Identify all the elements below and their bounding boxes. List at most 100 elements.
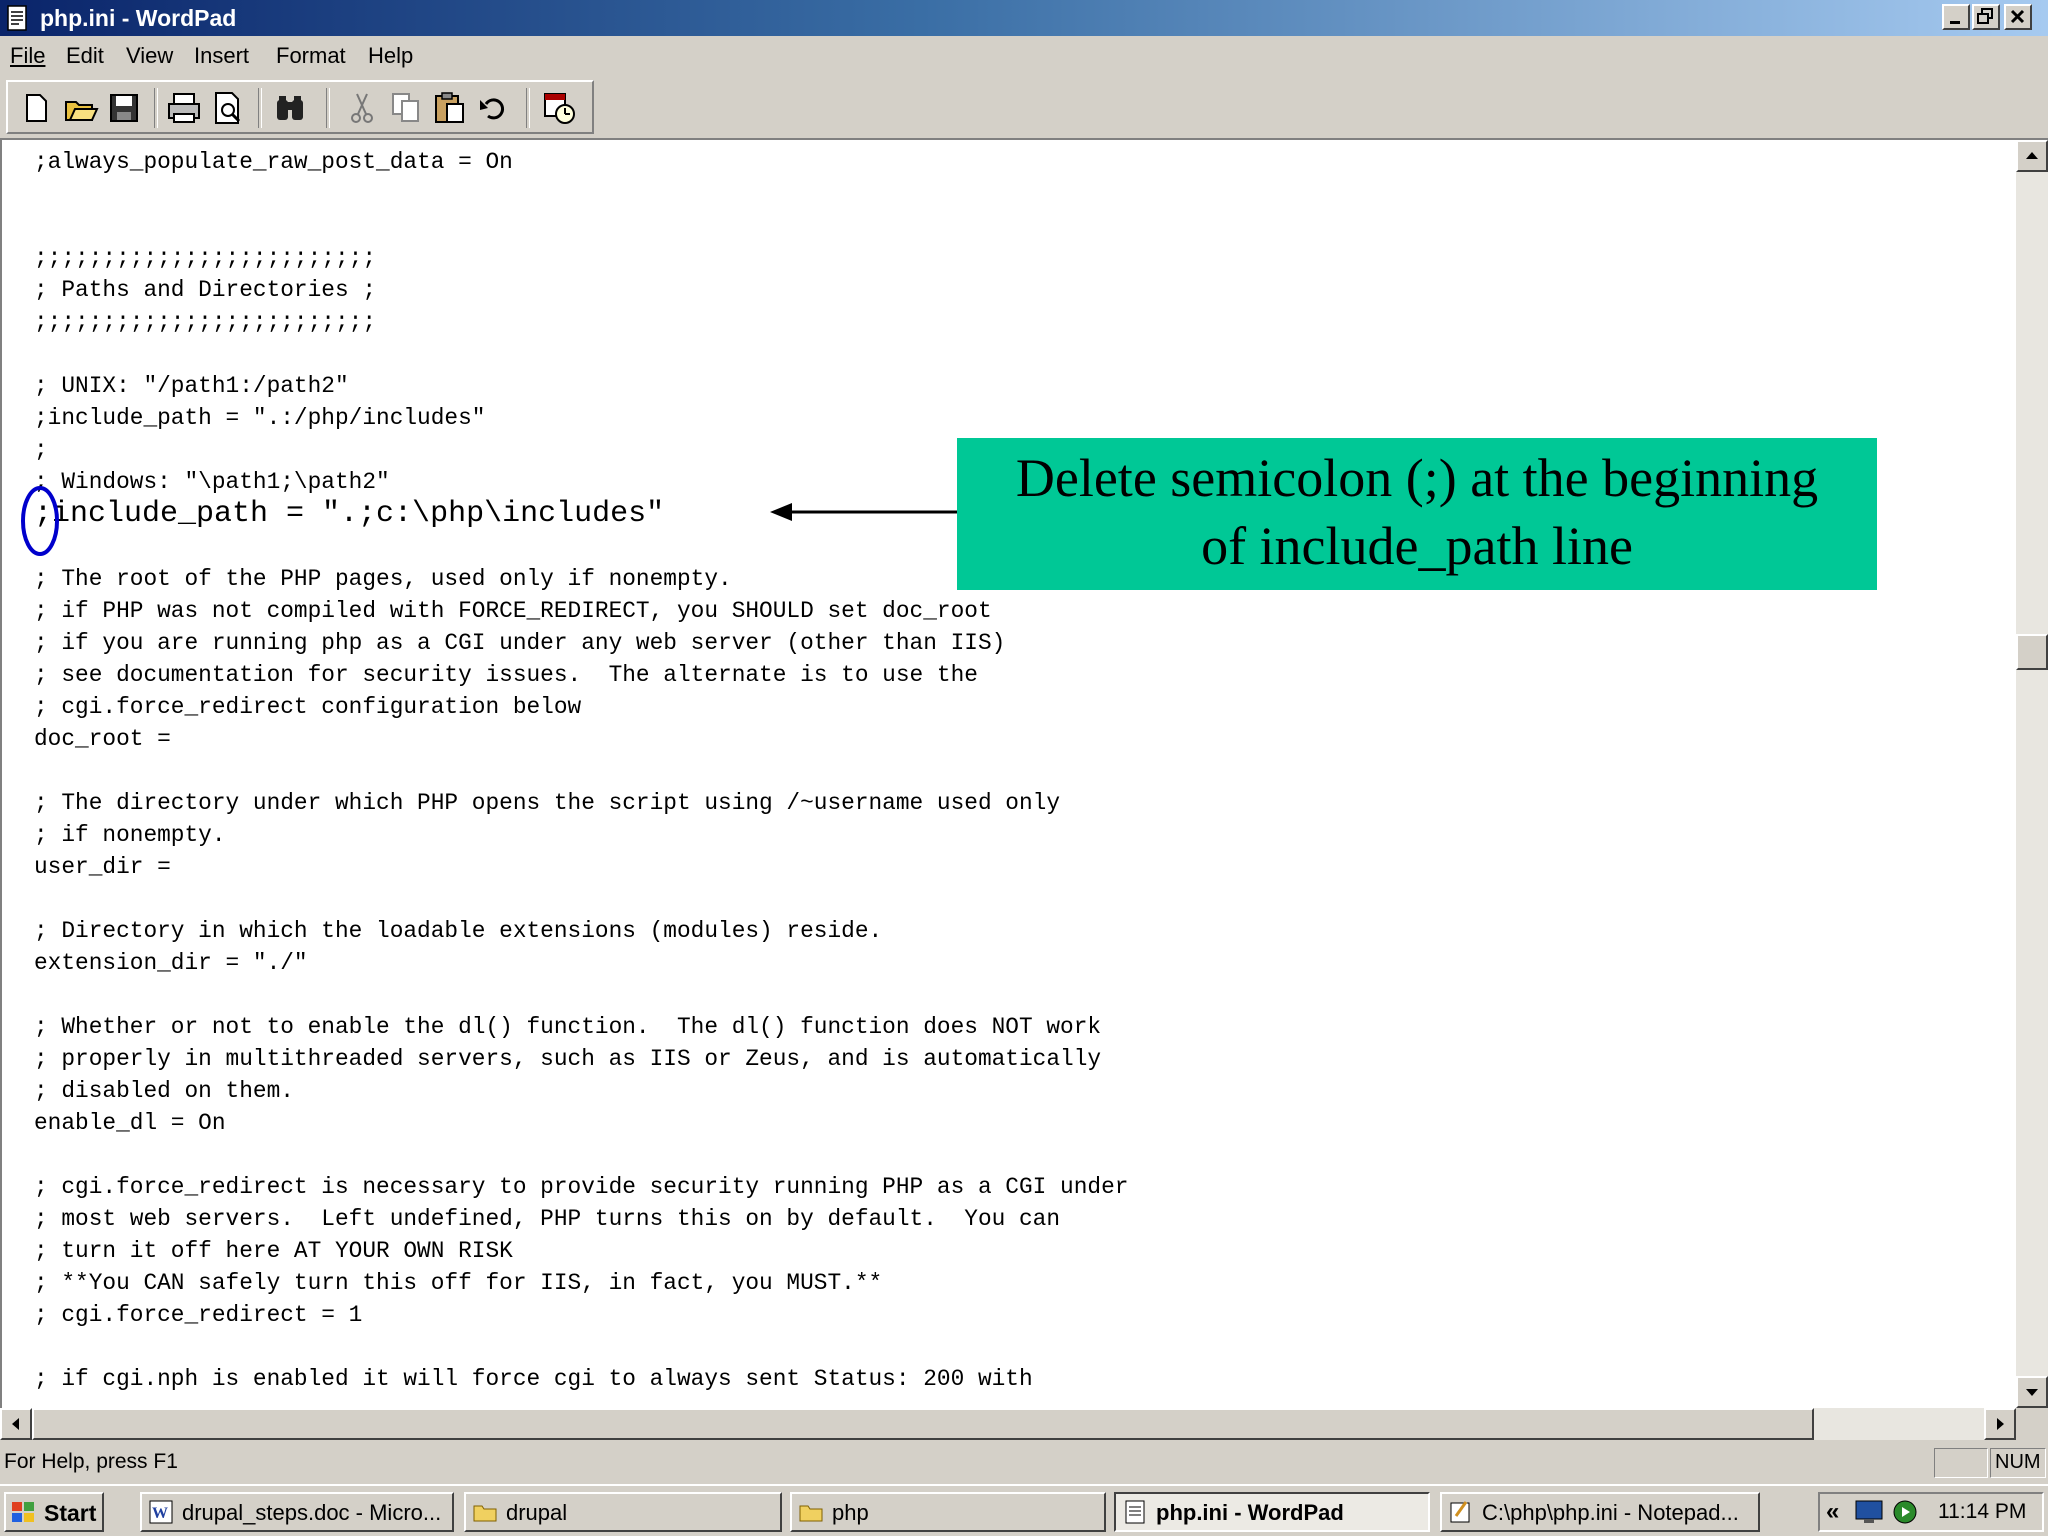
code-line: ;;;;;;;;;;;;;;;;;;;;;;;;; (34, 245, 377, 271)
svg-text:W: W (152, 1505, 168, 1522)
save-button[interactable] (104, 88, 144, 128)
print-preview-button[interactable] (208, 88, 248, 128)
cut-icon (351, 93, 373, 123)
print-button[interactable] (164, 88, 204, 128)
arrow-up-icon (2026, 152, 2038, 159)
scroll-left-button[interactable] (0, 1408, 32, 1440)
folder-icon (799, 1505, 823, 1522)
save-icon (110, 94, 138, 122)
minimize-icon (1950, 21, 1960, 24)
menu-insert[interactable]: Insert (194, 42, 249, 70)
window-title: php.ini - WordPad (40, 5, 237, 31)
print-icon (168, 93, 200, 123)
callout-line-1: Delete semicolon (;) at the beginning (1015, 448, 1819, 508)
menu-file[interactable]: File (10, 42, 45, 70)
find-icon (277, 96, 303, 120)
code-line: ; UNIX: "/path1:/path2" (34, 373, 349, 399)
code-line: ; Windows: "\path1;\path2" (34, 469, 390, 495)
toolbar-separator (258, 88, 262, 128)
close-icon (2010, 9, 2025, 24)
code-line: ; turn it off here AT YOUR OWN RISK (34, 1238, 513, 1264)
task-button-wordpad[interactable]: php.ini - WordPad (1114, 1492, 1430, 1532)
close-button[interactable] (2004, 4, 2032, 30)
status-panel-empty (1934, 1448, 1988, 1478)
vertical-scroll-thumb[interactable] (2016, 634, 2048, 670)
open-icon (65, 101, 99, 121)
instruction-callout: Delete semicolon (;) at the beginning of… (957, 438, 1877, 590)
restore-icon (1977, 8, 1993, 24)
copy-button[interactable] (386, 88, 426, 128)
display-settings-icon[interactable] (1854, 1498, 1884, 1526)
minimize-button[interactable] (1942, 4, 1970, 30)
vertical-scrollbar[interactable] (2016, 140, 2048, 1408)
code-line: ; see documentation for security issues.… (34, 662, 978, 688)
code-line: ; Whether or not to enable the dl() func… (34, 1014, 1102, 1040)
restore-button[interactable] (1972, 4, 2000, 30)
windows-flag-icon (12, 1502, 34, 1522)
status-bar: For Help, press F1 NUM (0, 1442, 2048, 1482)
undo-icon (480, 98, 504, 120)
start-label: Start (44, 1500, 97, 1526)
code-line: ; if nonempty. (34, 822, 226, 848)
system-tray: « 11:14 PM (1818, 1492, 2044, 1532)
code-line: ; The root of the PHP pages, used only i… (34, 566, 732, 592)
word-document-icon: W (149, 1500, 173, 1524)
code-line: ; **You CAN safely turn this off for IIS… (34, 1270, 883, 1296)
document-area[interactable]: ;always_populate_raw_post_data = On ;;;;… (0, 140, 2016, 1408)
horizontal-scrollbar[interactable] (0, 1408, 2016, 1440)
media-player-icon[interactable] (1890, 1498, 1920, 1526)
title-bar[interactable]: php.ini - WordPad (0, 0, 2048, 36)
menu-edit[interactable]: Edit (66, 42, 104, 70)
document-text[interactable]: ;always_populate_raw_post_data = On ;;;;… (34, 146, 1128, 1395)
taskbar: Start W drupal_steps.doc - Micro... drup… (0, 1484, 2048, 1536)
task-label: drupal_steps.doc - Micro... (182, 1500, 442, 1525)
print-preview-icon (215, 92, 241, 124)
clock[interactable]: 11:14 PM (1938, 1500, 2026, 1524)
scroll-right-button[interactable] (1984, 1408, 2016, 1440)
toolbar-separator (326, 88, 330, 128)
code-line: ; The directory under which PHP opens th… (34, 790, 1061, 816)
paste-icon (435, 92, 464, 123)
cut-button[interactable] (342, 88, 382, 128)
open-button[interactable] (60, 88, 100, 128)
task-label: php (832, 1500, 869, 1525)
paste-button[interactable] (430, 88, 470, 128)
new-icon (26, 94, 47, 122)
include-path-line: ;include_path = ".;c:\php\includes" (34, 497, 665, 531)
task-button-drupal-folder[interactable]: drupal (464, 1492, 782, 1532)
new-button[interactable] (16, 88, 56, 128)
code-line: extension_dir = "./" (34, 950, 308, 976)
task-label: drupal (506, 1500, 568, 1525)
num-lock-indicator: NUM (1990, 1448, 2046, 1478)
scroll-up-button[interactable] (2016, 140, 2048, 172)
code-line: ; most web servers. Left undefined, PHP … (34, 1206, 1061, 1232)
arrow-down-icon (2026, 1389, 2038, 1396)
task-button-php-folder[interactable]: php (790, 1492, 1106, 1532)
callout-line-2: of include_path line (1201, 516, 1633, 576)
task-label: php.ini - WordPad (1156, 1500, 1344, 1525)
folder-icon (473, 1505, 497, 1522)
code-line: ; if cgi.nph is enabled it will force cg… (34, 1366, 1033, 1392)
find-button[interactable] (270, 88, 310, 128)
code-line: ; cgi.force_redirect configuration below (34, 694, 582, 720)
tray-expand-button[interactable]: « (1826, 1498, 1839, 1526)
horizontal-scroll-thumb[interactable] (32, 1408, 1814, 1440)
task-button-word[interactable]: W drupal_steps.doc - Micro... (140, 1492, 454, 1532)
scroll-down-button[interactable] (2016, 1376, 2048, 1408)
copy-icon (392, 93, 419, 122)
menu-format[interactable]: Format (276, 42, 346, 70)
code-line: ; disabled on them. (34, 1078, 294, 1104)
menu-help[interactable]: Help (368, 42, 413, 70)
notepad-icon (1450, 1501, 1470, 1523)
date-time-button[interactable] (540, 88, 580, 128)
menu-bar: File Edit View Insert Format Help (0, 38, 2048, 74)
task-label: C:\php\php.ini - Notepad... (1482, 1500, 1739, 1525)
undo-button[interactable] (474, 88, 514, 128)
status-help-text: For Help, press F1 (4, 1450, 178, 1473)
code-line: doc_root = (34, 726, 171, 752)
start-button[interactable]: Start (4, 1492, 104, 1532)
code-line: ;;;;;;;;;;;;;;;;;;;;;;;;; (34, 309, 377, 335)
task-button-notepad[interactable]: C:\php\php.ini - Notepad... (1440, 1492, 1760, 1532)
code-line: ; Directory in which the loadable extens… (34, 918, 883, 944)
menu-view[interactable]: View (126, 42, 173, 70)
